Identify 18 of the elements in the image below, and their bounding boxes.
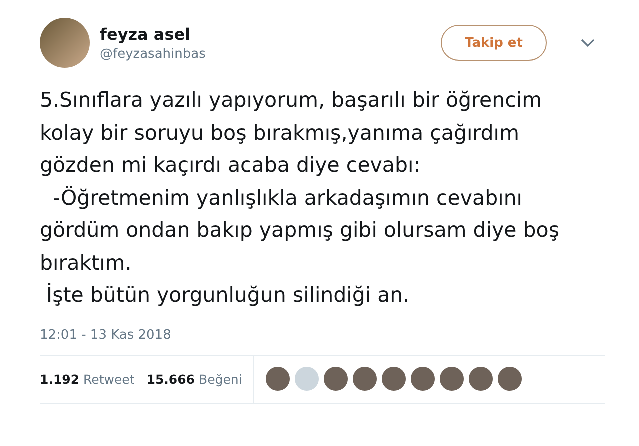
- avatar-photo[interactable]: [411, 367, 436, 391]
- tweet-text: İşte bütün yorgunluğun silindiği an.: [46, 282, 411, 309]
- avatar-photo[interactable]: [498, 367, 522, 391]
- author-name[interactable]: feyza asel: [100, 24, 431, 44]
- avatar-photo[interactable]: [324, 367, 348, 391]
- author-handle[interactable]: @feyzasahinbas: [100, 46, 431, 62]
- avatar-photo[interactable]: [353, 367, 378, 391]
- stat-count[interactable]: 15.666 Beğeni: [146, 372, 242, 386]
- tweet-timestamp[interactable]: 12:01 - 13 Kas 2018: [40, 328, 599, 342]
- avatar-photo[interactable]: [469, 367, 494, 391]
- avatar-photo[interactable]: [440, 367, 464, 391]
- chevron-down-icon[interactable]: [581, 38, 595, 48]
- avatar-photo[interactable]: [266, 367, 290, 391]
- tweet-text: 5.Sınıflara yazılı yapıyorum, başarılı bir öğrencim kolay bir soruyu boş bırakmış,yanıma çağırdım gözden mi kaçırdı acaba diye cevabı:: [40, 87, 544, 179]
- avatar-photo[interactable]: [40, 18, 90, 68]
- stat-count[interactable]: 1.192 Retweet: [40, 372, 135, 386]
- tweet-text: -Öğretmenim yanlışlıkla arkadaşımın cevabını gördüm ondan bakıp yapmış gibi olursam diye boş bıraktım.: [40, 184, 560, 276]
- avatar-photo[interactable]: [382, 367, 406, 391]
